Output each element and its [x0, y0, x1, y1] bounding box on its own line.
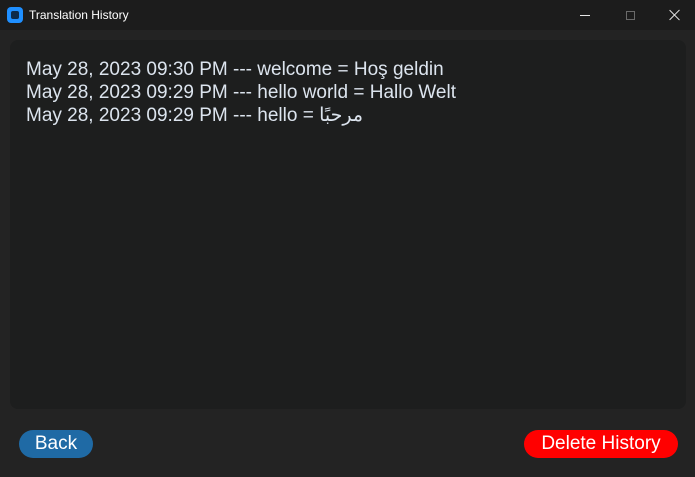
window-title: Translation History	[29, 8, 129, 22]
delete-history-button[interactable]: Delete History	[524, 430, 678, 458]
maximize-button[interactable]	[607, 0, 653, 30]
title-bar: Translation History	[0, 0, 695, 30]
history-textbox[interactable]: May 28, 2023 09:30 PM --- welcome = Hoş …	[10, 40, 686, 409]
app-icon	[7, 7, 23, 23]
minimize-button[interactable]	[562, 0, 608, 30]
translation-history-window: Translation History May 28, 2023 09:30 P…	[0, 0, 695, 477]
minimize-icon	[580, 14, 590, 16]
back-button[interactable]: Back	[19, 430, 93, 458]
history-entry: May 28, 2023 09:30 PM --- welcome = Hoş …	[26, 59, 444, 80]
history-entry: May 28, 2023 09:29 PM --- hello world = …	[26, 82, 456, 103]
maximize-icon	[625, 10, 635, 20]
close-button[interactable]	[652, 0, 695, 30]
history-entry: May 28, 2023 09:29 PM --- hello = مرحبًا	[26, 105, 364, 126]
close-icon	[669, 9, 681, 21]
